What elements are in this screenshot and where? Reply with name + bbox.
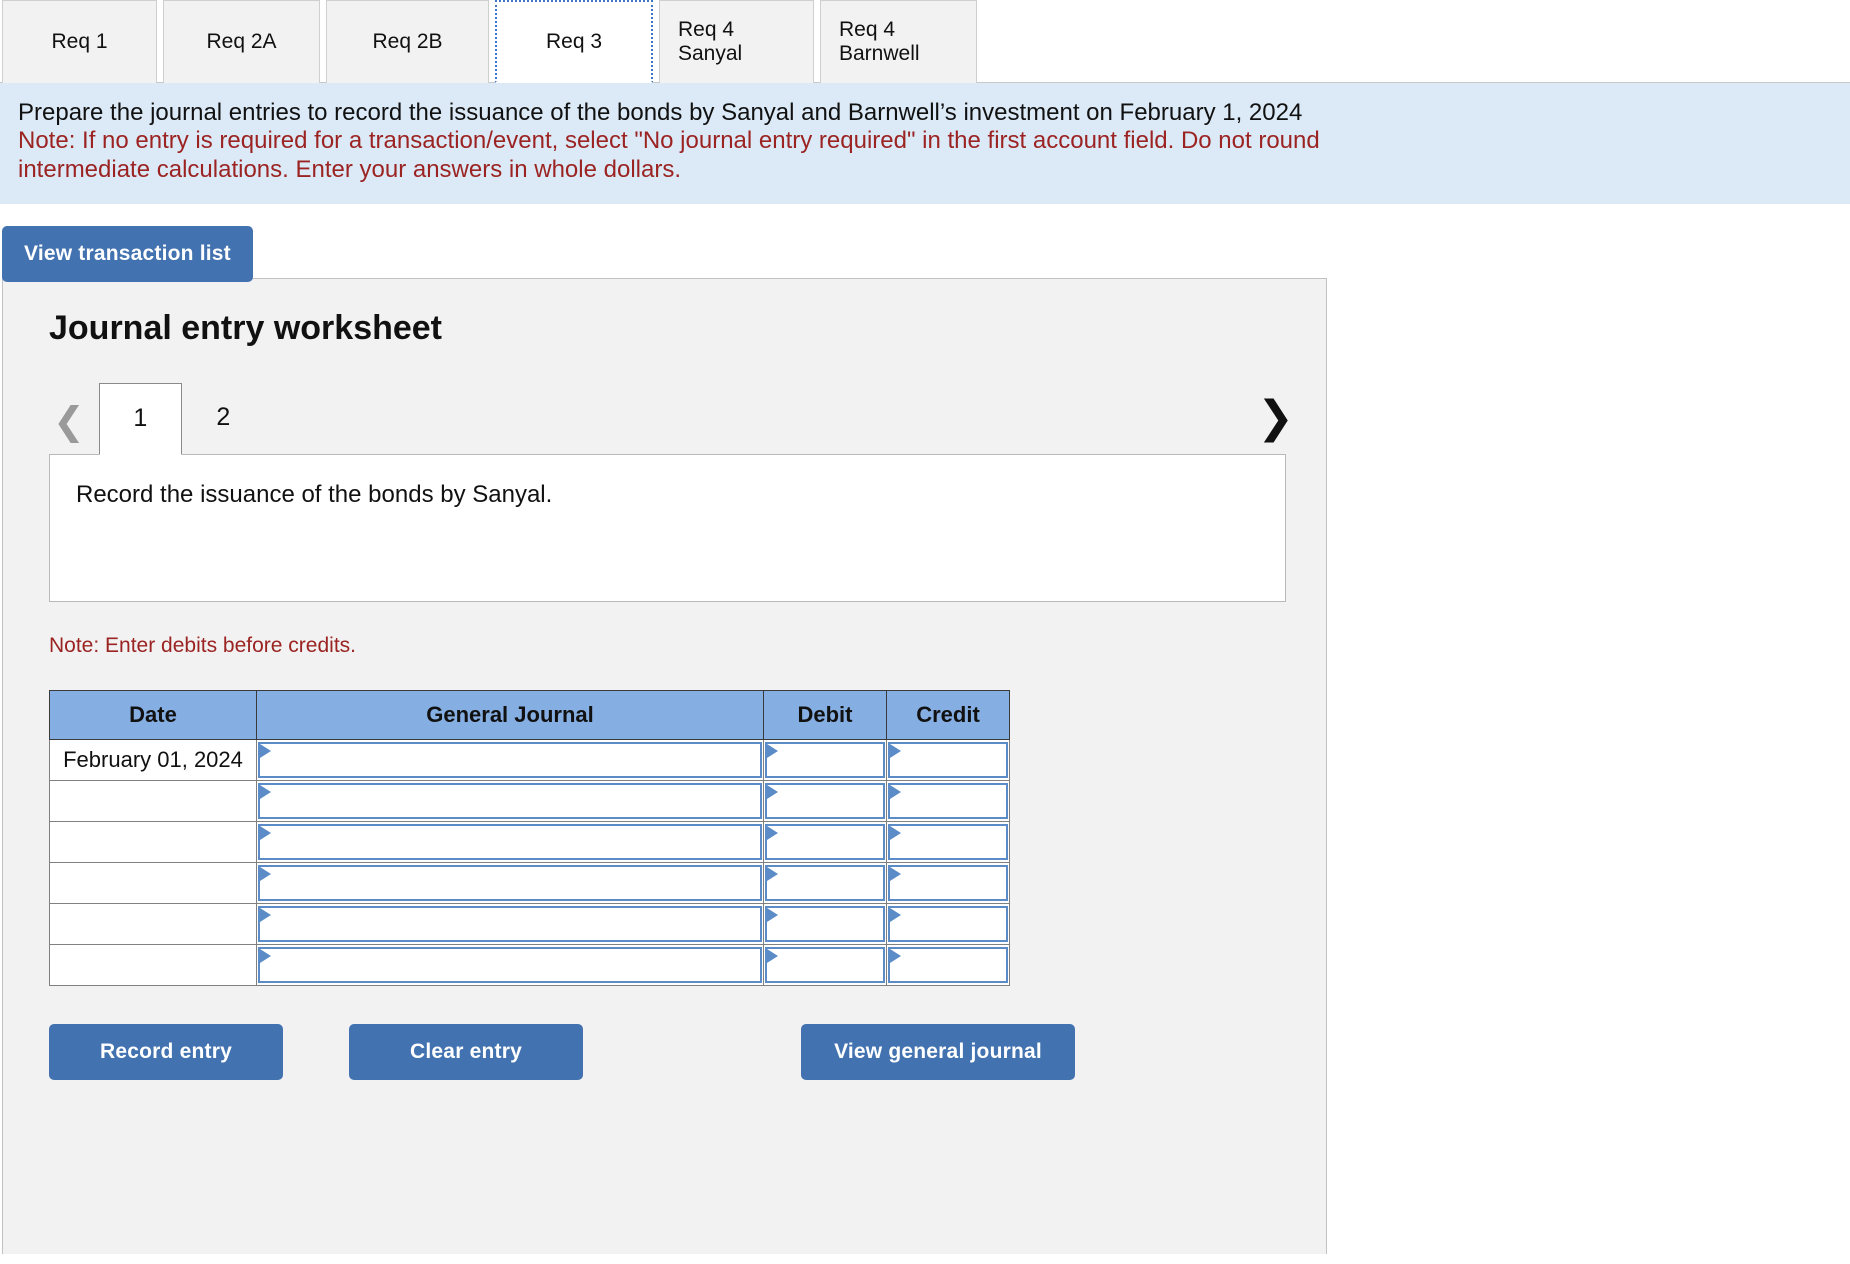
cell-general-journal-6 <box>256 943 764 986</box>
transaction-description-box: Record the issuance of the bonds by Sany… <box>49 453 1286 602</box>
record-entry-button[interactable]: Record entry <box>49 1023 283 1080</box>
account-select-1[interactable] <box>258 741 762 778</box>
cell-date-5 <box>49 902 257 945</box>
table-row <box>49 779 1010 822</box>
instruction-banner: Prepare the journal entries to record th… <box>0 83 1850 204</box>
requirement-tab-bar: Req 1 Req 2A Req 2B Req 3 Req 4 Sanyal R… <box>0 0 1850 83</box>
credit-input-4[interactable] <box>888 864 1008 901</box>
tab-req-2a-label: Req 2A <box>206 30 277 53</box>
account-select-2[interactable] <box>258 782 762 819</box>
column-header-date: Date <box>49 689 257 740</box>
account-select-5[interactable] <box>258 905 762 942</box>
cell-credit-1 <box>886 738 1010 781</box>
worksheet-page-tab-2[interactable]: 2 <box>182 382 265 454</box>
view-transaction-list-button[interactable]: View transaction list <box>2 225 253 282</box>
tab-req-4-sanyal[interactable]: Req 4 Sanyal <box>659 0 814 83</box>
instruction-note-line-2: intermediate calculations. Enter your an… <box>18 155 681 183</box>
cell-debit-6 <box>763 943 887 986</box>
cell-credit-4 <box>886 861 1010 904</box>
cell-credit-2 <box>886 779 1010 822</box>
journal-entry-table: Date General Journal Debit Credit Februa… <box>49 689 1010 986</box>
column-header-general-journal: General Journal <box>256 689 764 740</box>
debit-input-2[interactable] <box>765 782 885 819</box>
table-row: February 01, 2024 <box>49 738 1010 781</box>
instruction-prompt: Prepare the journal entries to record th… <box>18 99 1303 126</box>
cell-debit-2 <box>763 779 887 822</box>
cell-general-journal-1 <box>256 738 764 781</box>
credit-input-1[interactable] <box>888 741 1008 778</box>
transaction-list-toolbar: View transaction list <box>0 204 1850 282</box>
credit-input-2[interactable] <box>888 782 1008 819</box>
cell-general-journal-3 <box>256 820 764 863</box>
view-general-journal-button[interactable]: View general journal <box>801 1023 1075 1080</box>
tab-req-3-label: Req 3 <box>545 29 603 53</box>
worksheet-page-tab-1-label: 1 <box>133 404 148 433</box>
chevron-right-icon[interactable]: ❯ <box>1257 395 1294 440</box>
worksheet-page-tab-1[interactable]: 1 <box>98 382 182 455</box>
tab-req-4-barnwell[interactable]: Req 4 Barnwell <box>820 0 977 83</box>
debit-input-6[interactable] <box>765 946 885 983</box>
tab-req-3[interactable]: Req 3 <box>495 0 653 83</box>
journal-table-body: February 01, 2024 <box>49 738 1010 986</box>
chevron-left-icon[interactable]: ❮ <box>49 402 99 454</box>
cell-general-journal-4 <box>256 861 764 904</box>
tab-req-2b[interactable]: Req 2B <box>326 0 489 83</box>
cell-debit-4 <box>763 861 887 904</box>
cell-debit-3 <box>763 820 887 863</box>
column-header-debit: Debit <box>763 689 887 740</box>
cell-date-1: February 01, 2024 <box>49 738 257 781</box>
cell-debit-5 <box>763 902 887 945</box>
cell-general-journal-2 <box>256 779 764 822</box>
tab-req-4-barnwell-label: Req 4 Barnwell <box>839 18 920 65</box>
journal-header-row: Date General Journal Debit Credit <box>49 689 1010 740</box>
debit-input-4[interactable] <box>765 864 885 901</box>
tab-req-1-label: Req 1 <box>51 30 108 53</box>
credit-input-5[interactable] <box>888 905 1008 942</box>
page-title: Journal entry worksheet <box>49 308 443 347</box>
tab-req-1[interactable]: Req 1 <box>2 0 157 83</box>
account-select-6[interactable] <box>258 946 762 983</box>
tab-req-4-sanyal-label: Req 4 Sanyal <box>678 18 743 65</box>
debits-before-credits-note: Note: Enter debits before credits. <box>49 633 356 657</box>
account-select-4[interactable] <box>258 864 762 901</box>
cell-date-4 <box>49 861 257 904</box>
table-row <box>49 902 1010 945</box>
account-select-3[interactable] <box>258 823 762 860</box>
cell-date-2 <box>49 779 257 822</box>
cell-credit-5 <box>886 902 1010 945</box>
credit-input-6[interactable] <box>888 946 1008 983</box>
table-row <box>49 943 1010 986</box>
cell-debit-1 <box>763 738 887 781</box>
cell-date-6 <box>49 943 257 986</box>
worksheet-page-tab-2-label: 2 <box>216 403 231 432</box>
worksheet-pagination: ❮ 1 2 ❯ <box>49 382 1294 455</box>
debit-input-1[interactable] <box>765 741 885 778</box>
cell-general-journal-5 <box>256 902 764 945</box>
table-row <box>49 861 1010 904</box>
column-header-credit: Credit <box>886 689 1010 740</box>
instruction-note-line-1: Note: If no entry is required for a tran… <box>18 127 1320 155</box>
transaction-description-text: Record the issuance of the bonds by Sany… <box>76 480 553 508</box>
journal-table-header: Date General Journal Debit Credit <box>49 689 1010 740</box>
cell-credit-3 <box>886 820 1010 863</box>
debit-input-5[interactable] <box>765 905 885 942</box>
credit-input-3[interactable] <box>888 823 1008 860</box>
cell-date-3 <box>49 820 257 863</box>
journal-entry-worksheet-card: Journal entry worksheet ❮ 1 2 ❯ Record t… <box>2 277 1327 1254</box>
cell-credit-6 <box>886 943 1010 986</box>
tab-req-2b-label: Req 2B <box>372 30 443 53</box>
worksheet-actions: Record entry Clear entry View general jo… <box>49 1023 1286 1080</box>
table-row <box>49 820 1010 863</box>
debit-input-3[interactable] <box>765 823 885 860</box>
tab-req-2a[interactable]: Req 2A <box>163 0 320 83</box>
clear-entry-button[interactable]: Clear entry <box>349 1023 583 1080</box>
